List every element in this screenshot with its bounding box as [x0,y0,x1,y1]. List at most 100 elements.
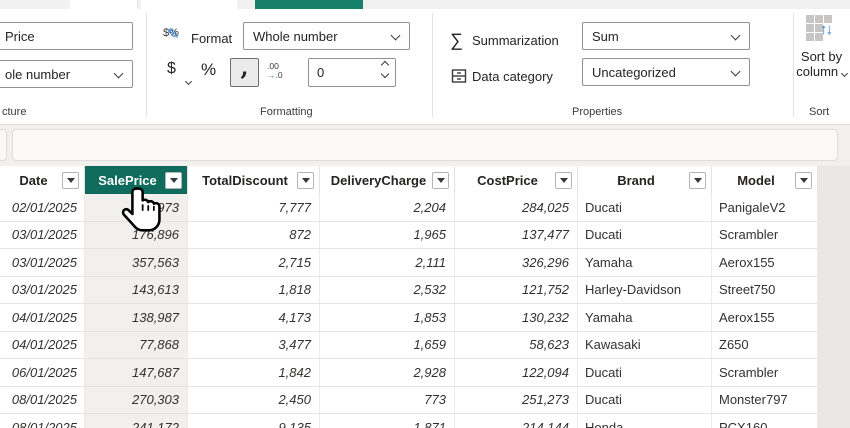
cell-costprice[interactable]: 122,094 [455,359,578,386]
cell-deliverycharge[interactable]: 1,659 [320,332,455,359]
cell-totaldiscount[interactable]: 2,450 [188,387,320,414]
spinner-up-icon[interactable] [381,61,389,69]
cell-totaldiscount[interactable]: 3,477 [188,332,320,359]
cell-brand[interactable]: Ducati [578,222,712,249]
cell-costprice[interactable]: 284,025 [455,194,578,221]
cell-saleprice[interactable]: 147,687 [85,359,188,386]
filter-button[interactable] [165,172,182,189]
column-header-model[interactable]: Model [712,166,818,194]
cell-deliverycharge[interactable]: 1,853 [320,304,455,331]
summarization-dropdown[interactable]: Sum [582,22,750,50]
cell-model[interactable]: Monster797 [712,387,818,414]
cell-model[interactable]: Scrambler [712,222,818,249]
cell-costprice[interactable]: 251,273 [455,387,578,414]
ribbon-tab[interactable] [70,0,138,9]
active-column-tools-tab[interactable] [255,0,363,9]
cell-date[interactable]: 04/01/2025 [0,332,85,359]
cell-date[interactable]: 03/01/2025 [0,222,85,249]
cell-brand[interactable]: Kawasaki [578,332,712,359]
cell-deliverycharge[interactable]: 2,204 [320,194,455,221]
thousands-separator-button[interactable]: , [230,58,259,87]
currency-button[interactable]: $ [167,60,176,78]
cell-deliverycharge[interactable]: 1,965 [320,222,455,249]
cell-totaldiscount[interactable]: 872 [188,222,320,249]
cell-deliverycharge[interactable]: 2,928 [320,359,455,386]
formula-bar-collapse-button[interactable] [0,129,7,161]
cell-date[interactable]: 03/01/2025 [0,249,85,276]
column-name-input[interactable]: Price [0,22,133,50]
cell-date[interactable]: 02/01/2025 [0,194,85,221]
cell-brand[interactable]: Ducati [578,387,712,414]
cell-date[interactable]: 08/01/2025 [0,414,85,428]
column-header-deliverycharge[interactable]: DeliveryCharge [320,166,455,194]
cell-deliverycharge[interactable]: 2,111 [320,249,455,276]
cell-deliverycharge[interactable]: 2,532 [320,277,455,304]
cell-deliverycharge[interactable]: 1,871 [320,414,455,428]
formatting-group-label: Formatting [260,106,313,118]
cell-costprice[interactable]: 214,144 [455,414,578,428]
group-divider [146,13,147,117]
percent-button[interactable]: % [201,60,216,80]
cell-model[interactable]: PCX160 [712,414,818,428]
cell-brand[interactable]: Ducati [578,194,712,221]
cell-date[interactable]: 04/01/2025 [0,304,85,331]
column-header-costprice[interactable]: CostPrice [455,166,578,194]
filter-triangle-icon [694,178,702,183]
cell-date[interactable]: 08/01/2025 [0,387,85,414]
cell-saleprice[interactable]: 77,868 [85,332,188,359]
cell-totaldiscount[interactable]: 9,135 [188,414,320,428]
cell-totaldiscount[interactable]: 7,777 [188,194,320,221]
cell-saleprice[interactable]: 176,896 [85,222,188,249]
decimal-places-value: 0 [317,65,324,80]
cell-model[interactable]: Z650 [712,332,818,359]
filter-button[interactable] [689,172,706,189]
ribbon-tab[interactable] [141,0,237,9]
cell-totaldiscount[interactable]: 1,818 [188,277,320,304]
currency-chevron[interactable] [186,71,191,89]
cell-totaldiscount[interactable]: 1,842 [188,359,320,386]
cell-totaldiscount[interactable]: 4,173 [188,304,320,331]
cell-costprice[interactable]: 137,477 [455,222,578,249]
cell-saleprice[interactable]: 973 [85,194,188,221]
data-category-dropdown[interactable]: Uncategorized [582,58,750,86]
filter-button[interactable] [795,172,812,189]
decimal-places-icon[interactable]: .00 →.0 [267,62,283,80]
filter-button[interactable] [62,172,79,189]
cell-brand[interactable]: Ducati [578,359,712,386]
filter-button[interactable] [297,172,314,189]
cell-costprice[interactable]: 326,296 [455,249,578,276]
column-header-date[interactable]: Date [0,166,85,194]
cell-costprice[interactable]: 58,623 [455,332,578,359]
column-header-totaldiscount[interactable]: TotalDiscount [188,166,320,194]
cell-costprice[interactable]: 130,232 [455,304,578,331]
cell-totaldiscount[interactable]: 2,715 [188,249,320,276]
formula-bar-input[interactable] [12,129,838,161]
data-type-dropdown[interactable]: ole number [0,60,133,88]
cell-saleprice[interactable]: 241,172 [85,414,188,428]
cell-model[interactable]: Aerox155 [712,249,818,276]
cell-model[interactable]: Aerox155 [712,304,818,331]
decimal-places-input[interactable]: 0 [308,58,396,87]
filter-button[interactable] [555,172,572,189]
filter-triangle-icon [67,178,75,183]
cell-saleprice[interactable]: 357,563 [85,249,188,276]
cell-saleprice[interactable]: 138,987 [85,304,188,331]
spinner-down-icon[interactable] [381,70,389,78]
cell-brand[interactable]: Yamaha [578,249,712,276]
cell-model[interactable]: Street750 [712,277,818,304]
cell-model[interactable]: Scrambler [712,359,818,386]
filter-button[interactable] [432,172,449,189]
cell-deliverycharge[interactable]: 773 [320,387,455,414]
cell-costprice[interactable]: 121,752 [455,277,578,304]
column-header-brand[interactable]: Brand [578,166,712,194]
format-dropdown[interactable]: Whole number [243,22,410,50]
cell-brand[interactable]: Yamaha [578,304,712,331]
cell-saleprice[interactable]: 270,303 [85,387,188,414]
cell-saleprice[interactable]: 143,613 [85,277,188,304]
cell-date[interactable]: 03/01/2025 [0,277,85,304]
cell-brand[interactable]: Honda [578,414,712,428]
cell-brand[interactable]: Harley-Davidson [578,277,712,304]
cell-date[interactable]: 06/01/2025 [0,359,85,386]
column-header-saleprice[interactable]: SalePrice [85,166,188,194]
cell-model[interactable]: PanigaleV2 [712,194,818,221]
